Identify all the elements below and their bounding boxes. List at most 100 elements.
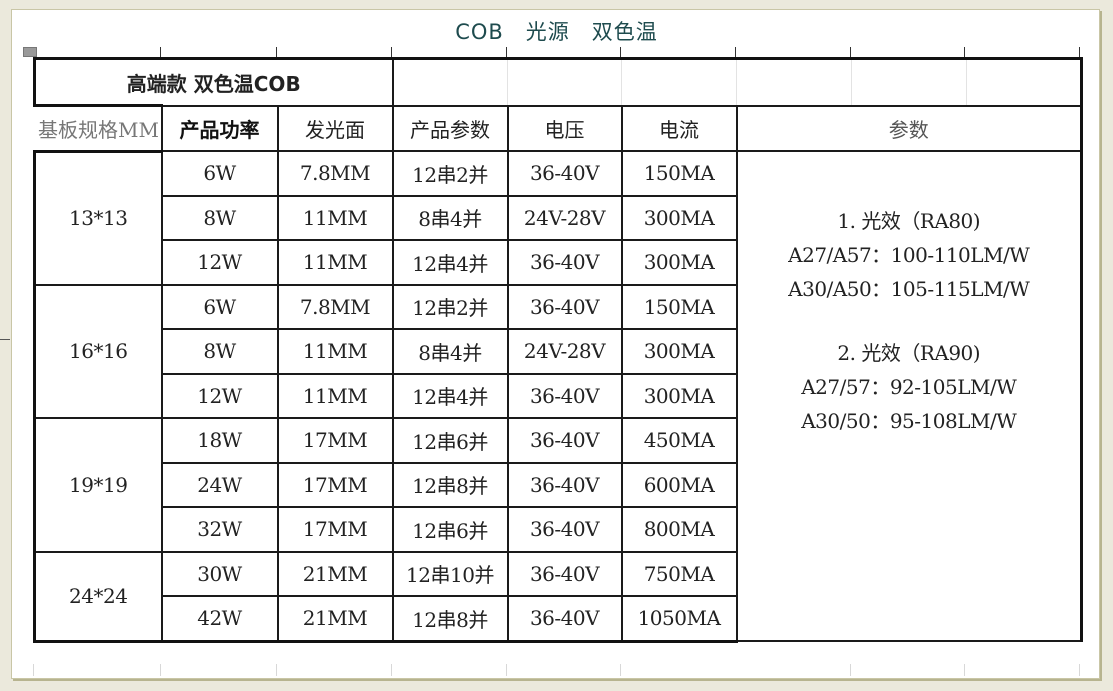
power-cell: 18W — [160, 417, 279, 464]
emitting-surface-cell: 11MM — [276, 372, 394, 419]
header-emitting-surface: 发光面 — [276, 104, 394, 152]
current-cell: 750MA — [620, 550, 738, 597]
voltage-cell: 36-40V — [506, 550, 623, 597]
column-tick — [964, 47, 965, 57]
voltage-cell: 36-40V — [506, 372, 623, 419]
spec-table: 高端款 双色温COB 基板规格MM 产品功率 发光面 产品参数 电压 电流 参数… — [33, 57, 1083, 643]
column-tick — [850, 47, 851, 57]
current-cell: 800MA — [620, 506, 738, 553]
current-cell: 600MA — [620, 461, 738, 508]
empty-cell — [736, 57, 852, 107]
column-tick — [160, 664, 161, 676]
column-tick — [391, 664, 392, 676]
params-cell: 1. 光效（RA80) A27/A57：100-110LM/W A30/A50：… — [735, 150, 1083, 642]
power-cell: 12W — [160, 372, 279, 419]
header-substrate: 基板规格MM — [34, 104, 163, 152]
column-tick — [391, 47, 392, 57]
column-tick — [850, 664, 851, 676]
emitting-surface-cell: 11MM — [276, 239, 394, 286]
emitting-surface-cell: 21MM — [276, 550, 394, 597]
emitting-surface-cell: 7.8MM — [276, 283, 394, 330]
config-cell: 12串6并 — [391, 417, 509, 464]
current-cell: 300MA — [620, 239, 738, 286]
empty-cell — [851, 57, 967, 107]
power-cell: 24W — [160, 461, 279, 508]
voltage-cell: 36-40V — [506, 239, 623, 286]
current-cell: 150MA — [620, 150, 738, 197]
substrate-cell: 16*16 — [33, 283, 163, 419]
voltage-cell: 36-40V — [506, 417, 623, 464]
empty-cell — [966, 57, 1083, 107]
current-cell: 1050MA — [620, 595, 738, 643]
empty-cell — [507, 57, 622, 107]
voltage-cell: 24V-28V — [506, 194, 623, 241]
emitting-surface-cell: 17MM — [276, 461, 394, 508]
header-current: 电流 — [620, 104, 738, 152]
column-tick — [964, 664, 965, 676]
current-cell: 300MA — [620, 372, 738, 419]
voltage-cell: 36-40V — [506, 595, 623, 643]
column-tick — [620, 664, 621, 676]
emitting-surface-cell: 21MM — [276, 595, 394, 643]
current-cell: 450MA — [620, 417, 738, 464]
current-cell: 300MA — [620, 328, 738, 375]
emitting-surface-cell: 7.8MM — [276, 150, 394, 197]
header-parameters: 参数 — [735, 104, 1083, 152]
substrate-cell: 13*13 — [33, 149, 163, 286]
table-row: 13*13 6W 7.8MM 12串2并 36-40V 150MA 1. 光效（… — [33, 149, 1083, 642]
params-ra80-line: A30/A50：105-115LM/W — [788, 277, 1030, 301]
emitting-surface-cell: 17MM — [276, 417, 394, 464]
power-cell: 30W — [160, 550, 279, 597]
column-tick — [735, 47, 736, 57]
empty-cell — [392, 57, 508, 107]
table-move-handle[interactable] — [23, 47, 37, 57]
config-cell: 12串4并 — [391, 239, 509, 286]
column-tick — [506, 664, 507, 676]
column-tick — [506, 47, 507, 57]
column-tick — [33, 664, 34, 676]
current-cell: 300MA — [620, 194, 738, 241]
config-cell: 12串2并 — [391, 150, 509, 197]
voltage-cell: 24V-28V — [506, 328, 623, 375]
column-tick — [276, 664, 277, 676]
column-tick — [160, 47, 161, 57]
power-cell: 12W — [160, 239, 279, 286]
config-cell: 12串10并 — [391, 550, 509, 597]
config-cell: 8串4并 — [391, 194, 509, 241]
substrate-cell: 19*19 — [33, 417, 163, 553]
params-ra80-line: A27/A57：100-110LM/W — [788, 243, 1030, 267]
document-title: COB 光源 双色温 — [455, 20, 658, 44]
voltage-cell: 36-40V — [506, 150, 623, 197]
power-cell: 6W — [160, 150, 279, 197]
params-spacer — [739, 306, 1079, 336]
emitting-surface-cell: 11MM — [276, 194, 394, 241]
params-spacer — [739, 438, 1079, 588]
substrate-cell: 24*24 — [33, 550, 163, 643]
config-cell: 12串8并 — [391, 595, 509, 643]
header-power: 产品功率 — [160, 104, 279, 152]
header-product-params: 产品参数 — [391, 104, 509, 152]
power-cell: 6W — [160, 283, 279, 330]
column-tick — [1079, 664, 1080, 676]
margin-marker — [0, 339, 10, 340]
params-ra90-line: A30/50：95-108LM/W — [801, 409, 1017, 433]
empty-cell — [621, 57, 737, 107]
power-cell: 32W — [160, 506, 279, 553]
power-cell: 8W — [160, 194, 279, 241]
params-ra90-heading: 2. 光效（RA90) — [837, 341, 981, 365]
params-ra90-line: A27/57：92-105LM/W — [801, 375, 1017, 399]
header-voltage: 电压 — [506, 104, 623, 152]
column-tick — [620, 47, 621, 57]
config-cell: 8串4并 — [391, 328, 509, 375]
column-tick — [276, 47, 277, 57]
power-cell: 8W — [160, 328, 279, 375]
config-cell: 12串4并 — [391, 372, 509, 419]
column-tick — [1079, 47, 1080, 57]
config-cell: 12串6并 — [391, 506, 509, 553]
voltage-cell: 36-40V — [506, 506, 623, 553]
config-cell: 12串8并 — [391, 461, 509, 508]
params-ra80-heading: 1. 光效（RA80) — [837, 209, 981, 233]
emitting-surface-cell: 17MM — [276, 506, 394, 553]
table-banner: 高端款 双色温COB — [33, 57, 394, 107]
voltage-cell: 36-40V — [506, 461, 623, 508]
